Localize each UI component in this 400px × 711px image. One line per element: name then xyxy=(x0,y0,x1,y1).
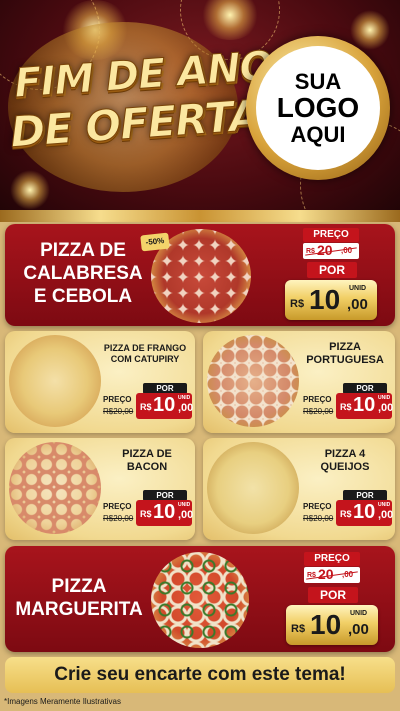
price-unit: UNID xyxy=(350,610,368,617)
product-name: PIZZA PORTUGUESA xyxy=(299,341,391,367)
price-unit: UNID xyxy=(378,395,391,401)
price-value: 10 xyxy=(353,501,376,523)
sale-price: R$ 10 UNID ,00 xyxy=(336,393,394,419)
price-unit: UNID xyxy=(178,502,191,508)
product-name-line: PIZZA DE xyxy=(40,240,126,261)
price-currency: R$ xyxy=(140,402,152,412)
price-decimals: ,00 xyxy=(348,621,369,638)
product-name-line: CALABRESA xyxy=(23,262,143,284)
product-card-bacon: PIZZA DE BACON POR PREÇO R$20,00 R$ 10 U… xyxy=(5,438,195,540)
product-name: PIZZA MARGUERITA xyxy=(13,576,145,622)
product-name: PIZZA DE BACON xyxy=(101,448,193,474)
header-banner: FIM DE ANO DE OFERTAS SUA LOGO AQUI xyxy=(0,0,400,220)
price-decimals: ,00 xyxy=(378,509,394,521)
sparkle-decoration xyxy=(350,10,390,50)
product-name-line: QUEIJOS xyxy=(320,461,370,474)
gold-divider xyxy=(0,210,400,222)
old-price: R$ 20 ,00 xyxy=(303,242,359,259)
logo-text-3: AQUI xyxy=(290,121,346,147)
logo-text-2: LOGO xyxy=(276,92,360,124)
logo-text-1: SUA xyxy=(294,69,342,95)
price-value: 10 xyxy=(309,284,341,315)
price-currency: R$ xyxy=(290,298,305,310)
price-value: 10 xyxy=(153,394,176,416)
product-card-4-queijos: PIZZA 4 QUEIJOS POR PREÇO R$20,00 R$ 10 … xyxy=(203,438,395,540)
old-price: R$20,00 xyxy=(303,407,334,416)
price-value: 10 xyxy=(353,394,376,416)
old-price: R$20,00 xyxy=(103,407,134,416)
price-currency: R$ xyxy=(340,509,352,519)
price-currency: R$ xyxy=(140,509,152,519)
product-name: PIZZA DE CALABRESA E CEBOLA xyxy=(13,240,153,308)
sale-price: R$ 10 UNID ,00 xyxy=(136,393,194,419)
product-name-line: PIZZA xyxy=(329,341,361,353)
sale-price: R$ 10 UNID ,00 xyxy=(336,500,394,526)
sale-price: R$ 10 UNID ,00 xyxy=(286,605,378,645)
price-decimals: ,00 xyxy=(347,296,368,313)
discount-badge: -50% xyxy=(140,232,170,252)
product-name: PIZZA 4 QUEIJOS xyxy=(299,448,391,474)
pizza-marguerita-image xyxy=(151,552,249,648)
product-name-line: PIZZA DE xyxy=(122,448,172,460)
price-decimals: ,00 xyxy=(178,509,194,521)
featured-card-calabresa: PIZZA DE CALABRESA E CEBOLA -50% PREÇO R… xyxy=(5,224,395,326)
product-card-frango: PIZZA DE FRANGO COM CATUPIRY POR PREÇO R… xyxy=(5,331,195,433)
old-price: R$20,00 xyxy=(303,514,334,523)
product-name: PIZZA DE FRANGO COM CATUPIRY xyxy=(99,343,191,365)
price-currency: R$ xyxy=(291,623,306,635)
sale-price: R$ 10 UNID ,00 xyxy=(285,280,377,320)
price-unit: UNID xyxy=(178,395,191,401)
por-label: POR xyxy=(308,587,358,603)
featured-card-marguerita: PIZZA MARGUERITA PREÇO R$ 20 ,00 POR R$ … xyxy=(5,546,395,652)
logo-placeholder: SUA LOGO AQUI xyxy=(256,46,380,170)
price-unit: UNID xyxy=(378,502,391,508)
product-name-line: PIZZA 4 xyxy=(324,448,366,460)
price-value: 10 xyxy=(310,609,342,640)
product-name-line: COM CATUPIRY xyxy=(110,353,180,364)
preco-label: PREÇO xyxy=(303,502,332,511)
product-name-line: PORTUGUESA xyxy=(306,354,384,367)
cta-banner: Crie seu encarte com este tema! xyxy=(5,657,395,693)
disclaimer-text: *Imagens Meramente Ilustrativas xyxy=(4,697,121,706)
product-card-portuguesa: PIZZA PORTUGUESA POR PREÇO R$20,00 R$ 10… xyxy=(203,331,395,433)
por-label: POR xyxy=(307,262,357,278)
pizza-4-queijos-image xyxy=(207,442,299,534)
pizza-frango-image xyxy=(9,335,101,427)
old-price: R$20,00 xyxy=(103,514,134,523)
product-name-line: MARGUERITA xyxy=(15,598,143,620)
sale-price: R$ 10 UNID ,00 xyxy=(136,500,194,526)
sparkle-decoration xyxy=(10,170,50,210)
price-currency: R$ xyxy=(340,402,352,412)
price-unit: UNID xyxy=(349,285,367,292)
preco-label: PREÇO xyxy=(303,395,332,404)
product-name-line: BACON xyxy=(126,461,168,474)
pizza-bacon-image xyxy=(9,442,101,534)
preco-label: PREÇO xyxy=(103,502,132,511)
price-decimals: ,00 xyxy=(178,402,194,414)
preco-label: PREÇO xyxy=(303,228,359,242)
preco-label: PREÇO xyxy=(103,395,132,404)
old-price: R$ 20 ,00 xyxy=(304,566,360,583)
price-value: 10 xyxy=(153,501,176,523)
price-decimals: ,00 xyxy=(378,402,394,414)
product-name-line: PIZZA DE FRANGO xyxy=(103,343,187,353)
pizza-portuguesa-image xyxy=(207,335,299,427)
product-name-line: E CEBOLA xyxy=(33,285,133,307)
product-name-line: PIZZA xyxy=(51,576,107,597)
preco-label: PREÇO xyxy=(304,552,360,566)
